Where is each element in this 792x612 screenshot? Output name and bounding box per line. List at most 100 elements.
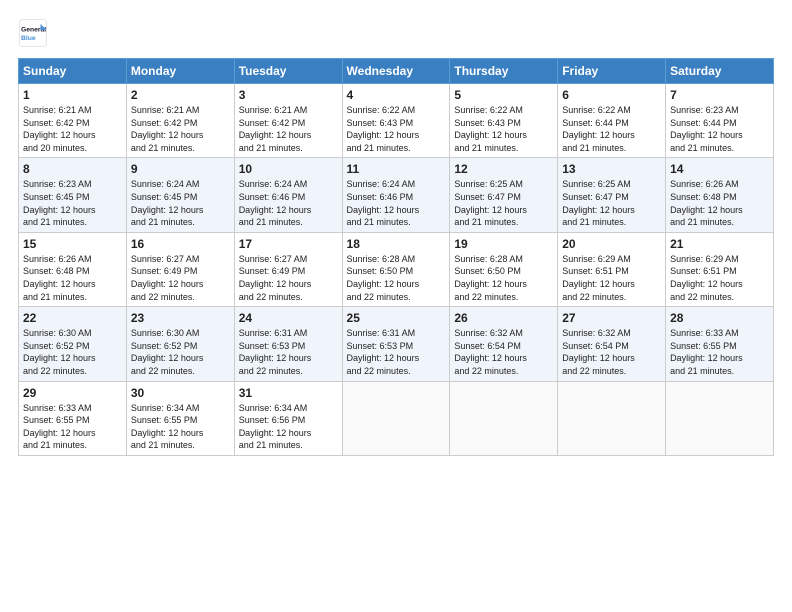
day-detail: Sunrise: 6:30 AMSunset: 6:52 PMDaylight:… xyxy=(131,327,230,377)
header: General Blue xyxy=(18,18,774,48)
day-detail: Sunrise: 6:23 AMSunset: 6:44 PMDaylight:… xyxy=(670,104,769,154)
day-number: 11 xyxy=(347,162,446,176)
day-cell: 2 Sunrise: 6:21 AMSunset: 6:42 PMDaylight… xyxy=(126,84,234,158)
day-cell xyxy=(558,381,666,455)
logo: General Blue xyxy=(18,18,52,48)
day-detail: Sunrise: 6:23 AMSunset: 6:45 PMDaylight:… xyxy=(23,178,122,228)
day-number: 10 xyxy=(239,162,338,176)
day-detail: Sunrise: 6:31 AMSunset: 6:53 PMDaylight:… xyxy=(239,327,338,377)
day-cell: 8 Sunrise: 6:23 AMSunset: 6:45 PMDaylight… xyxy=(19,158,127,232)
day-number: 2 xyxy=(131,88,230,102)
day-cell: 28 Sunrise: 6:33 AMSunset: 6:55 PMDayligh… xyxy=(666,307,774,381)
day-number: 9 xyxy=(131,162,230,176)
day-cell: 30 Sunrise: 6:34 AMSunset: 6:55 PMDayligh… xyxy=(126,381,234,455)
day-number: 1 xyxy=(23,88,122,102)
day-detail: Sunrise: 6:22 AMSunset: 6:43 PMDaylight:… xyxy=(347,104,446,154)
day-number: 7 xyxy=(670,88,769,102)
day-cell: 15Sunrise: 6:26 AMSunset: 6:48 PMDayligh… xyxy=(19,232,127,306)
week-row-4: 29 Sunrise: 6:33 AMSunset: 6:55 PMDayligh… xyxy=(19,381,774,455)
col-header-friday: Friday xyxy=(558,59,666,84)
day-number: 25 xyxy=(347,311,446,325)
day-detail: Sunrise: 6:28 AMSunset: 6:50 PMDaylight:… xyxy=(454,253,553,303)
day-cell xyxy=(342,381,450,455)
day-detail: Sunrise: 6:31 AMSunset: 6:53 PMDaylight:… xyxy=(347,327,446,377)
day-cell: 5 Sunrise: 6:22 AMSunset: 6:43 PMDaylight… xyxy=(450,84,558,158)
day-number: 18 xyxy=(347,237,446,251)
day-detail: Sunrise: 6:21 AMSunset: 6:42 PMDaylight:… xyxy=(239,104,338,154)
day-number: 20 xyxy=(562,237,661,251)
day-number: 27 xyxy=(562,311,661,325)
col-header-thursday: Thursday xyxy=(450,59,558,84)
day-detail: Sunrise: 6:22 AMSunset: 6:44 PMDaylight:… xyxy=(562,104,661,154)
day-detail: Sunrise: 6:24 AMSunset: 6:46 PMDaylight:… xyxy=(239,178,338,228)
day-cell: 27 Sunrise: 6:32 AMSunset: 6:54 PMDayligh… xyxy=(558,307,666,381)
day-number: 24 xyxy=(239,311,338,325)
day-number: 4 xyxy=(347,88,446,102)
day-detail: Sunrise: 6:32 AMSunset: 6:54 PMDaylight:… xyxy=(454,327,553,377)
day-number: 23 xyxy=(131,311,230,325)
day-detail: Sunrise: 6:34 AMSunset: 6:56 PMDaylight:… xyxy=(239,402,338,452)
day-detail: Sunrise: 6:29 AMSunset: 6:51 PMDaylight:… xyxy=(670,253,769,303)
day-number: 12 xyxy=(454,162,553,176)
day-number: 8 xyxy=(23,162,122,176)
day-cell: 13Sunrise: 6:25 AMSunset: 6:47 PMDayligh… xyxy=(558,158,666,232)
day-cell: 25 Sunrise: 6:31 AMSunset: 6:53 PMDayligh… xyxy=(342,307,450,381)
day-cell: 11Sunrise: 6:24 AMSunset: 6:46 PMDayligh… xyxy=(342,158,450,232)
col-header-wednesday: Wednesday xyxy=(342,59,450,84)
day-cell: 10 Sunrise: 6:24 AMSunset: 6:46 PMDayligh… xyxy=(234,158,342,232)
col-header-saturday: Saturday xyxy=(666,59,774,84)
day-cell: 29 Sunrise: 6:33 AMSunset: 6:55 PMDayligh… xyxy=(19,381,127,455)
day-cell: 7 Sunrise: 6:23 AMSunset: 6:44 PMDaylight… xyxy=(666,84,774,158)
day-number: 30 xyxy=(131,386,230,400)
day-cell: 17Sunrise: 6:27 AMSunset: 6:49 PMDayligh… xyxy=(234,232,342,306)
day-detail: Sunrise: 6:25 AMSunset: 6:47 PMDaylight:… xyxy=(562,178,661,228)
day-cell: 19 Sunrise: 6:28 AMSunset: 6:50 PMDayligh… xyxy=(450,232,558,306)
day-detail: Sunrise: 6:27 AMSunset: 6:49 PMDaylight:… xyxy=(131,253,230,303)
day-detail: Sunrise: 6:21 AMSunset: 6:42 PMDaylight:… xyxy=(23,104,122,154)
day-number: 17 xyxy=(239,237,338,251)
day-cell xyxy=(666,381,774,455)
day-detail: Sunrise: 6:33 AMSunset: 6:55 PMDaylight:… xyxy=(23,402,122,452)
day-number: 14 xyxy=(670,162,769,176)
day-cell: 4 Sunrise: 6:22 AMSunset: 6:43 PMDaylight… xyxy=(342,84,450,158)
week-row-2: 15Sunrise: 6:26 AMSunset: 6:48 PMDayligh… xyxy=(19,232,774,306)
day-detail: Sunrise: 6:25 AMSunset: 6:47 PMDaylight:… xyxy=(454,178,553,228)
day-cell: 6 Sunrise: 6:22 AMSunset: 6:44 PMDaylight… xyxy=(558,84,666,158)
day-number: 19 xyxy=(454,237,553,251)
day-number: 6 xyxy=(562,88,661,102)
day-number: 22 xyxy=(23,311,122,325)
day-detail: Sunrise: 6:21 AMSunset: 6:42 PMDaylight:… xyxy=(131,104,230,154)
day-detail: Sunrise: 6:33 AMSunset: 6:55 PMDaylight:… xyxy=(670,327,769,377)
day-number: 3 xyxy=(239,88,338,102)
day-cell: 9Sunrise: 6:24 AMSunset: 6:45 PMDaylight… xyxy=(126,158,234,232)
day-detail: Sunrise: 6:34 AMSunset: 6:55 PMDaylight:… xyxy=(131,402,230,452)
day-cell: 3 Sunrise: 6:21 AMSunset: 6:42 PMDaylight… xyxy=(234,84,342,158)
day-cell: 31Sunrise: 6:34 AMSunset: 6:56 PMDayligh… xyxy=(234,381,342,455)
day-cell: 12 Sunrise: 6:25 AMSunset: 6:47 PMDayligh… xyxy=(450,158,558,232)
day-cell: 20 Sunrise: 6:29 AMSunset: 6:51 PMDayligh… xyxy=(558,232,666,306)
day-number: 28 xyxy=(670,311,769,325)
day-number: 29 xyxy=(23,386,122,400)
day-number: 16 xyxy=(131,237,230,251)
week-row-1: 8 Sunrise: 6:23 AMSunset: 6:45 PMDaylight… xyxy=(19,158,774,232)
logo-icon: General Blue xyxy=(18,18,48,48)
day-detail: Sunrise: 6:32 AMSunset: 6:54 PMDaylight:… xyxy=(562,327,661,377)
day-cell: 21 Sunrise: 6:29 AMSunset: 6:51 PMDayligh… xyxy=(666,232,774,306)
day-cell xyxy=(450,381,558,455)
day-detail: Sunrise: 6:28 AMSunset: 6:50 PMDaylight:… xyxy=(347,253,446,303)
day-cell: 14 Sunrise: 6:26 AMSunset: 6:48 PMDayligh… xyxy=(666,158,774,232)
page: General Blue SundayMondayTuesdayWednesda… xyxy=(0,0,792,612)
week-row-0: 1 Sunrise: 6:21 AMSunset: 6:42 PMDaylight… xyxy=(19,84,774,158)
day-number: 5 xyxy=(454,88,553,102)
day-number: 21 xyxy=(670,237,769,251)
col-header-sunday: Sunday xyxy=(19,59,127,84)
header-row: SundayMondayTuesdayWednesdayThursdayFrid… xyxy=(19,59,774,84)
col-header-tuesday: Tuesday xyxy=(234,59,342,84)
day-detail: Sunrise: 6:29 AMSunset: 6:51 PMDaylight:… xyxy=(562,253,661,303)
day-cell: 1 Sunrise: 6:21 AMSunset: 6:42 PMDaylight… xyxy=(19,84,127,158)
day-detail: Sunrise: 6:22 AMSunset: 6:43 PMDaylight:… xyxy=(454,104,553,154)
svg-text:Blue: Blue xyxy=(21,35,36,42)
calendar: SundayMondayTuesdayWednesdayThursdayFrid… xyxy=(18,58,774,456)
day-detail: Sunrise: 6:26 AMSunset: 6:48 PMDaylight:… xyxy=(670,178,769,228)
col-header-monday: Monday xyxy=(126,59,234,84)
